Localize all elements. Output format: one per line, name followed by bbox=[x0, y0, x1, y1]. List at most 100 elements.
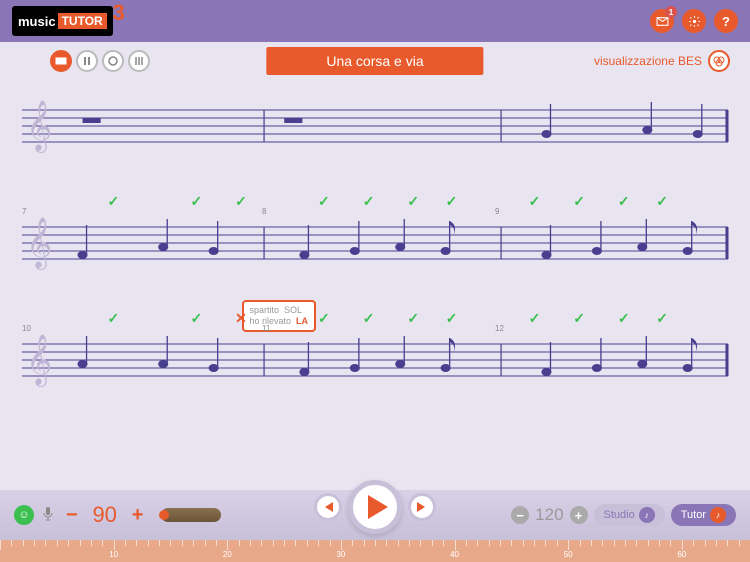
timeline-tick bbox=[477, 540, 478, 546]
timeline-tick bbox=[205, 540, 206, 546]
mode-tutor-button[interactable]: Tutor ♪ bbox=[671, 504, 736, 526]
bar-number: 7 bbox=[22, 207, 26, 216]
check-icon: ✓ bbox=[318, 310, 330, 327]
view-tool-3[interactable] bbox=[102, 50, 124, 72]
timeline-tick bbox=[57, 540, 58, 546]
view-tool-1[interactable] bbox=[50, 50, 72, 72]
tempo2-minus[interactable]: − bbox=[511, 506, 529, 524]
timeline-tick bbox=[386, 540, 387, 546]
timeline-tick bbox=[455, 540, 456, 550]
tempo-plus[interactable]: + bbox=[128, 504, 148, 527]
tutor-mode-icon: ♪ bbox=[710, 507, 726, 523]
mail-badge: 1 bbox=[665, 6, 677, 18]
timeline-tick bbox=[34, 540, 35, 546]
timeline-tick bbox=[182, 540, 183, 546]
next-button[interactable] bbox=[408, 493, 436, 521]
bes-toggle[interactable]: visualizzazione BES bbox=[594, 50, 730, 72]
timeline-tick bbox=[170, 540, 171, 546]
timeline-tick bbox=[705, 540, 706, 546]
cross-icon: ✕ bbox=[235, 310, 247, 327]
timeline-tick bbox=[409, 540, 410, 546]
feedback-row-3: spartito SOL ho rilevato LA ✓✓✕✓✓✓✓✓✓✓✓ bbox=[82, 310, 720, 328]
timeline-label: 10 bbox=[109, 550, 118, 559]
timeline-tick bbox=[125, 540, 126, 546]
logo-text-2: TUTOR bbox=[58, 13, 107, 29]
staff[interactable]: 10 11 12 𝄞 bbox=[22, 334, 728, 389]
prev-button[interactable] bbox=[314, 493, 342, 521]
timeline-tick bbox=[295, 540, 296, 546]
check-icon: ✓ bbox=[108, 310, 120, 327]
check-icon: ✓ bbox=[318, 193, 330, 210]
error-tooltip: spartito SOL ho rilevato LA bbox=[242, 300, 317, 332]
staff[interactable]: 7 8 9 𝄞 bbox=[22, 217, 728, 272]
tooltip-l1b: SOL bbox=[284, 305, 302, 315]
check-icon: ✓ bbox=[363, 310, 375, 327]
instrument-icon[interactable] bbox=[161, 508, 221, 522]
bar-number: 11 bbox=[262, 324, 270, 333]
timeline-tick bbox=[545, 540, 546, 546]
staff-row-3: spartito SOL ho rilevato LA ✓✓✕✓✓✓✓✓✓✓✓ … bbox=[22, 334, 728, 389]
timeline-tick bbox=[670, 540, 671, 546]
song-title: Una corsa e via bbox=[266, 47, 483, 75]
timeline-tick bbox=[398, 540, 399, 546]
timeline-tick bbox=[591, 540, 592, 546]
timeline-tick bbox=[91, 540, 92, 546]
timeline-tick bbox=[568, 540, 569, 550]
timeline-tick bbox=[534, 540, 535, 546]
timeline-tick bbox=[318, 540, 319, 546]
svg-text:𝄞: 𝄞 bbox=[26, 335, 52, 387]
timeline-tick bbox=[636, 540, 637, 546]
timeline-tick bbox=[693, 540, 694, 546]
check-icon: ✓ bbox=[618, 193, 630, 210]
bar-number: 12 bbox=[495, 324, 504, 333]
controls-right: − 120 + Studio ♪ Tutor ♪ bbox=[511, 504, 736, 526]
mail-icon[interactable]: 1 bbox=[650, 9, 674, 33]
app-logo: music TUTOR 3 bbox=[12, 6, 113, 36]
mode-tutor-label: Tutor bbox=[681, 509, 706, 521]
timeline-tick bbox=[193, 540, 194, 546]
check-icon: ✓ bbox=[235, 193, 247, 210]
check-icon: ✓ bbox=[407, 193, 419, 210]
timeline-tick bbox=[250, 540, 251, 546]
timeline-tick bbox=[364, 540, 365, 546]
timeline-tick bbox=[739, 540, 740, 546]
timeline-tick bbox=[352, 540, 353, 546]
view-tool-4[interactable] bbox=[128, 50, 150, 72]
timeline-tick bbox=[239, 540, 240, 546]
check-icon: ✓ bbox=[656, 193, 668, 210]
timeline-tick bbox=[114, 540, 115, 550]
timeline-tick bbox=[511, 540, 512, 546]
mic-icon[interactable] bbox=[42, 506, 54, 525]
view-tool-2[interactable] bbox=[76, 50, 98, 72]
check-icon: ✓ bbox=[108, 193, 120, 210]
timeline-tick bbox=[466, 540, 467, 546]
staff[interactable]: 𝄞 bbox=[22, 100, 728, 155]
timeline-label: 60 bbox=[677, 550, 686, 559]
timeline-tick bbox=[227, 540, 228, 550]
timeline-tick bbox=[23, 540, 24, 546]
timeline-tick bbox=[602, 540, 603, 546]
timeline-tick bbox=[375, 540, 376, 546]
mode-studio-label: Studio bbox=[604, 509, 635, 521]
timeline-tick bbox=[420, 540, 421, 546]
timeline[interactable]: 102030405060 bbox=[0, 540, 750, 562]
score-area: 𝄞 ✓ ✓ ✓ ✓ ✓ ✓ ✓ ✓ ✓ ✓ ✓ 7 8 9 𝄞 bbox=[0, 80, 750, 389]
tooltip-l1a: spartito bbox=[250, 305, 280, 315]
timeline-tick bbox=[80, 540, 81, 546]
transport-controls bbox=[314, 480, 436, 534]
tooltip-l2b: LA bbox=[296, 316, 308, 326]
tempo2-value: 120 bbox=[535, 505, 563, 525]
play-button[interactable] bbox=[348, 480, 402, 534]
settings-icon[interactable] bbox=[682, 9, 706, 33]
tempo-minus[interactable]: − bbox=[62, 504, 82, 527]
tempo2-plus[interactable]: + bbox=[570, 506, 588, 524]
help-icon[interactable]: ? bbox=[714, 9, 738, 33]
studio-mode-icon: ♪ bbox=[639, 507, 655, 523]
mode-studio-button[interactable]: Studio ♪ bbox=[594, 504, 665, 526]
check-icon: ✓ bbox=[573, 310, 585, 327]
check-icon: ✓ bbox=[190, 310, 202, 327]
smiley-icon[interactable]: ☺ bbox=[14, 505, 34, 525]
view-tools bbox=[50, 50, 150, 72]
timeline-tick bbox=[727, 540, 728, 546]
timeline-tick bbox=[341, 540, 342, 550]
